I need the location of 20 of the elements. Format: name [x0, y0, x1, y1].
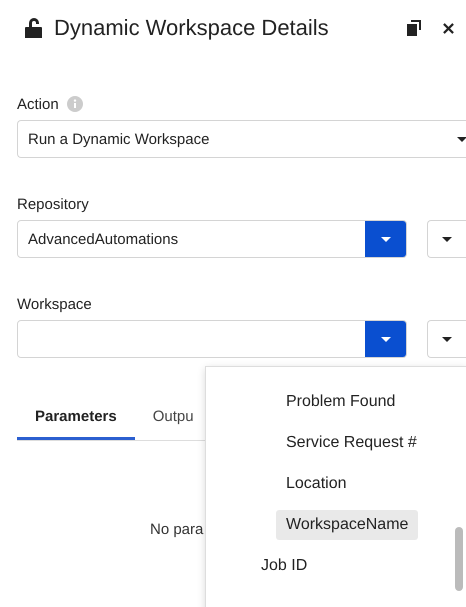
info-icon: [66, 96, 83, 112]
field-label: Action: [17, 96, 59, 112]
tab[interactable]: Outpu: [134, 398, 212, 440]
tab[interactable]: Parameters: [17, 398, 135, 440]
menu-item[interactable]: Location: [276, 469, 356, 499]
menu-item[interactable]: Problem Found: [276, 387, 406, 417]
window-title: Dynamic Workspace Details: [54, 15, 330, 41]
menu-item[interactable]: Service Request #: [276, 428, 427, 458]
field-label: Workspace: [17, 296, 92, 312]
windows-icon[interactable]: [407, 20, 421, 36]
repository-select[interactable]: AdvancedAutomations: [17, 220, 407, 258]
close-icon[interactable]: [443, 22, 454, 34]
menu-item[interactable]: WorkspaceName: [276, 510, 418, 540]
field-label: Repository: [17, 196, 89, 212]
action-select[interactable]: Run a Dynamic Workspace: [17, 120, 466, 158]
menu-item[interactable]: Job ID: [251, 551, 318, 581]
empty-message: No para: [150, 521, 204, 538]
workspace-select[interactable]: [17, 320, 407, 358]
scrollbar[interactable]: [455, 527, 463, 591]
unlocked-padlock-icon: [24, 17, 44, 39]
